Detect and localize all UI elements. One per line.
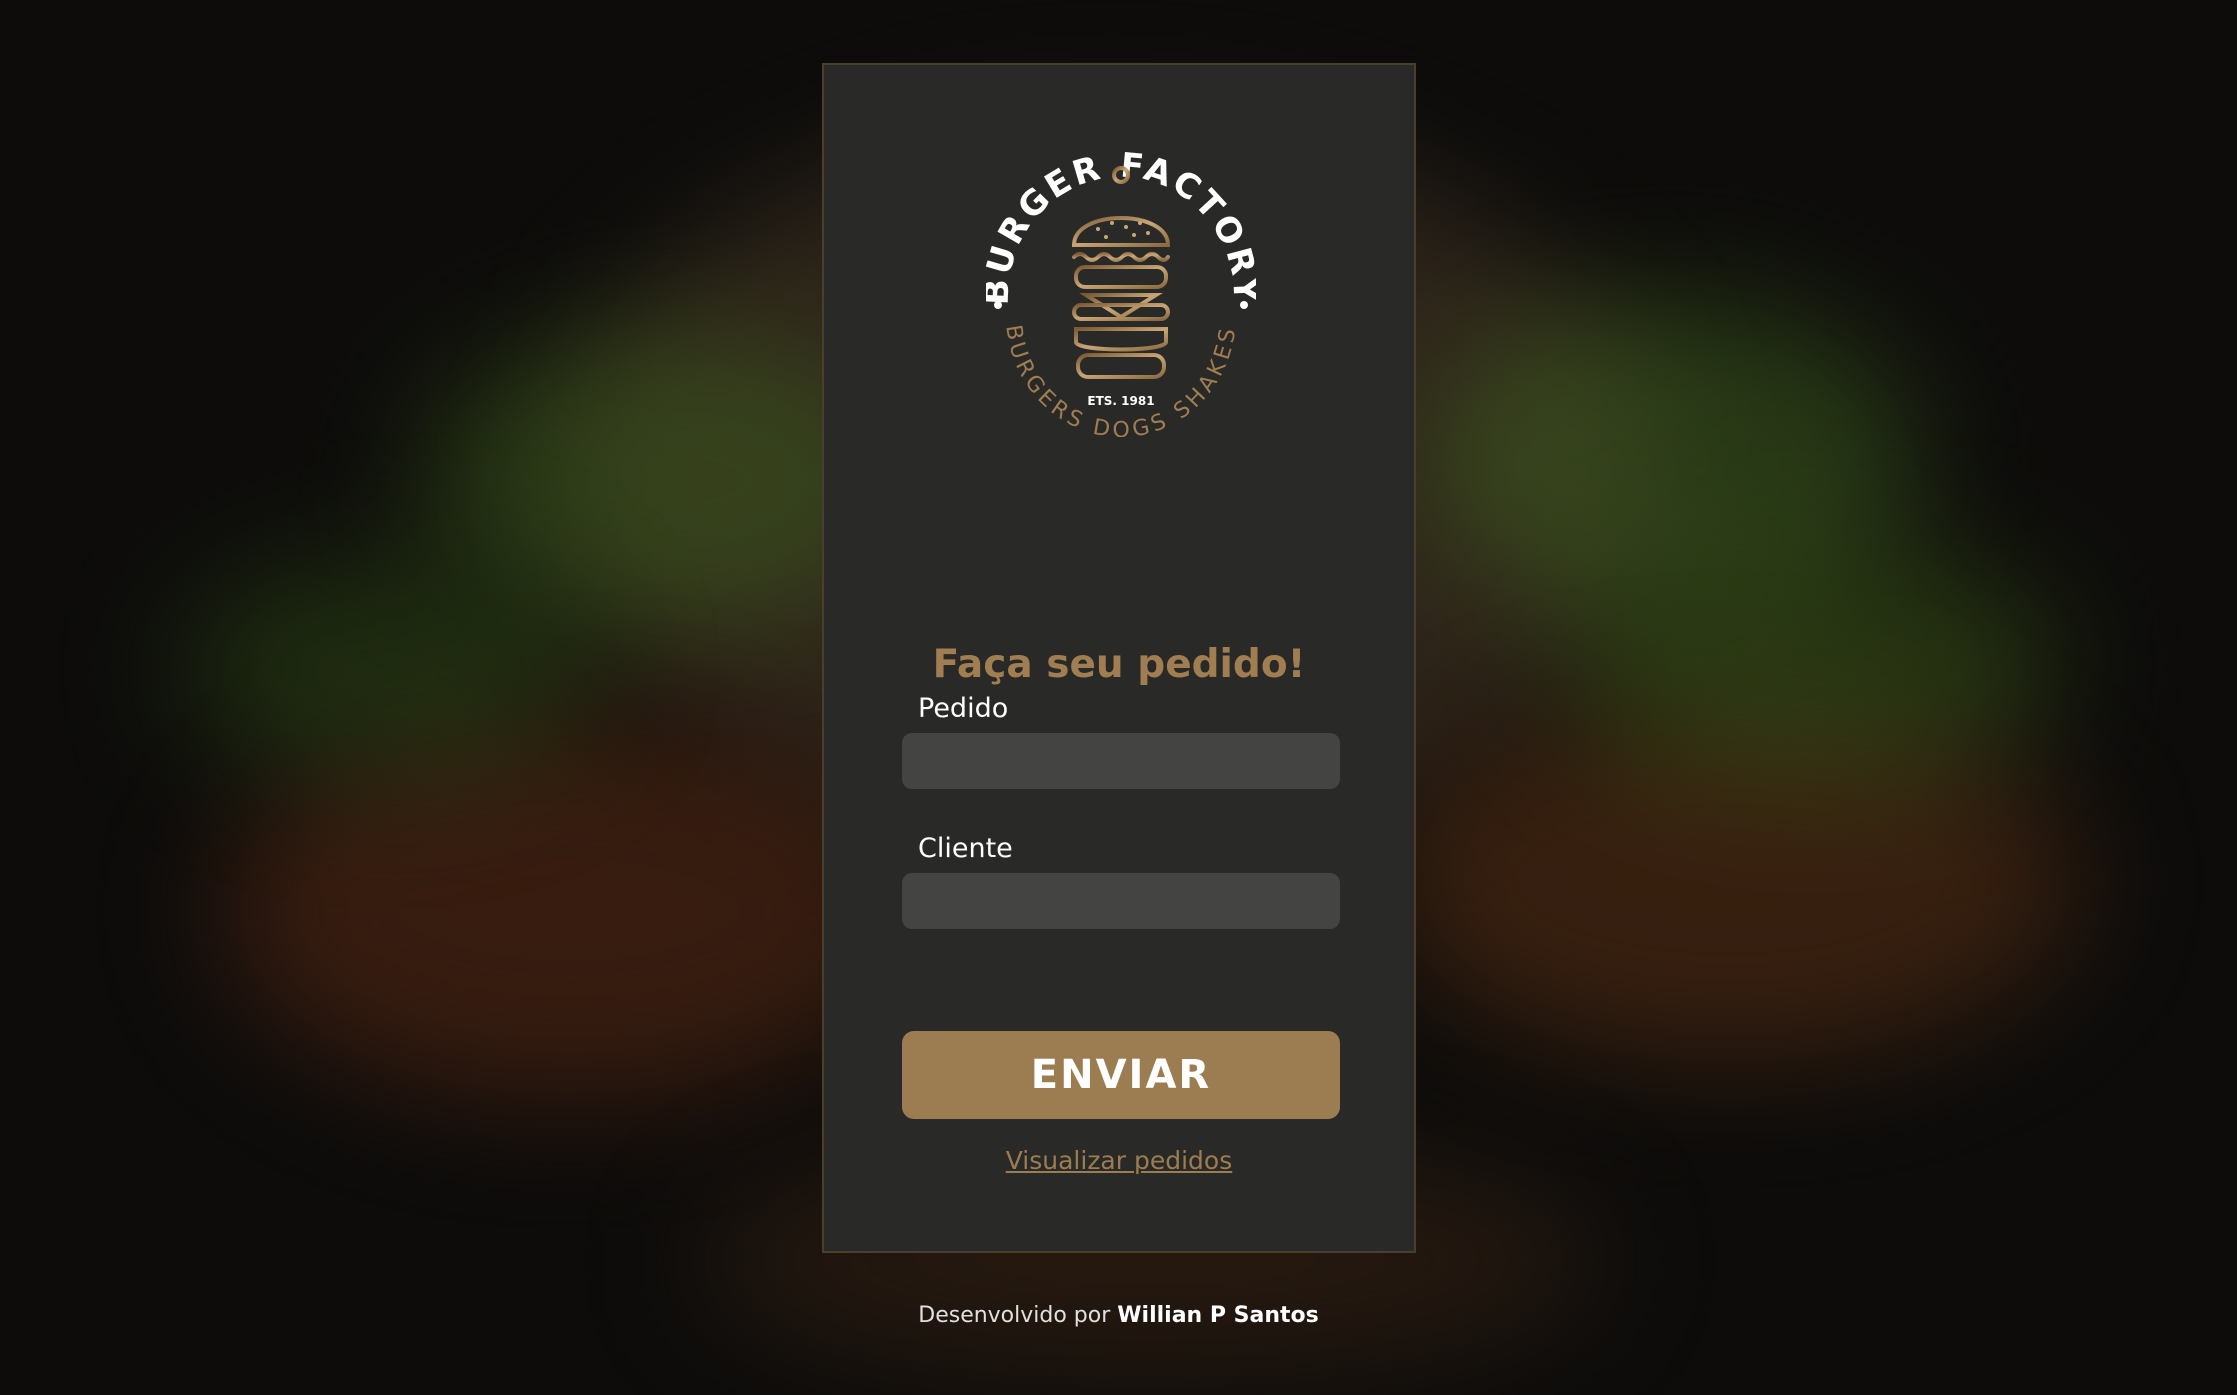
svg-text:BURGERS DOGS SHAKES: BURGERS DOGS SHAKES bbox=[1000, 323, 1242, 437]
burger-icon bbox=[1071, 166, 1171, 379]
pedido-label: Pedido bbox=[918, 693, 1009, 724]
logo-established-text: ETS. 1981 bbox=[1087, 394, 1154, 408]
submit-button[interactable]: ENVIAR bbox=[902, 1031, 1340, 1119]
footer-prefix: Desenvolvido por bbox=[918, 1303, 1111, 1328]
cliente-label: Cliente bbox=[918, 833, 1013, 864]
footer-author: Willian P Santos bbox=[1117, 1303, 1319, 1328]
view-orders-link[interactable]: Visualizar pedidos bbox=[824, 1146, 1414, 1175]
pedido-input[interactable] bbox=[902, 733, 1340, 789]
order-form-card: BURGER FACTORY BURGERS DOGS SHAKES ETS. … bbox=[822, 63, 1416, 1253]
form-title: Faça seu pedido! bbox=[932, 642, 1306, 687]
cliente-input[interactable] bbox=[902, 873, 1340, 929]
footer-credit: Desenvolvido por Willian P Santos bbox=[0, 1303, 2237, 1328]
logo-bottom-text: BURGERS DOGS SHAKES bbox=[1000, 323, 1238, 437]
burger-factory-logo: BURGER FACTORY BURGERS DOGS SHAKES ETS. … bbox=[986, 146, 1256, 437]
